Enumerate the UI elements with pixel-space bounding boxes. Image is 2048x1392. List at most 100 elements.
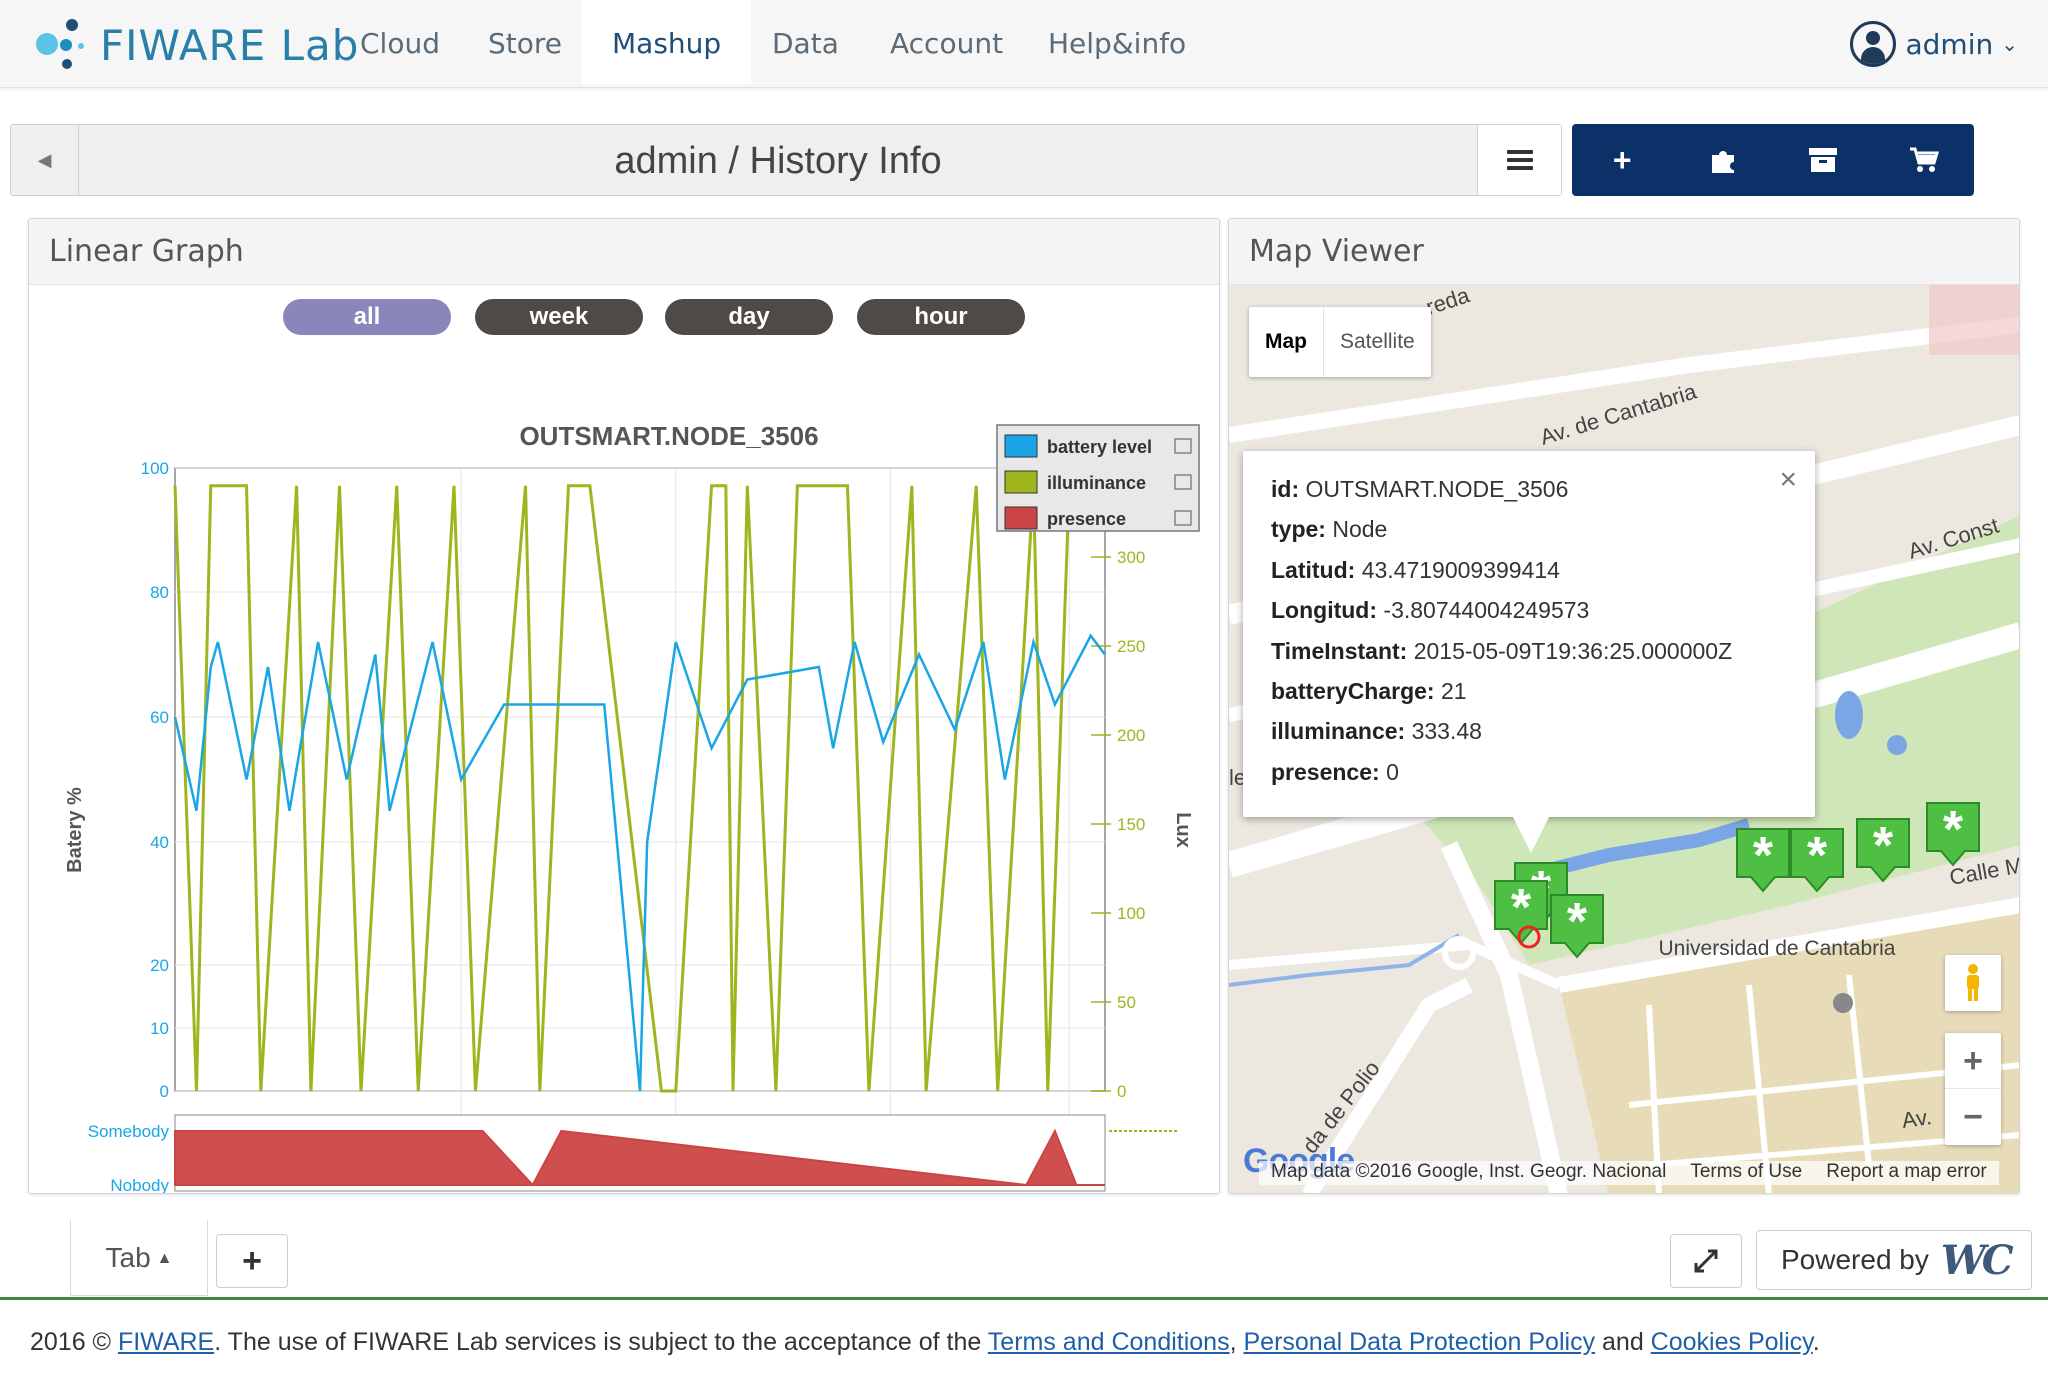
close-icon[interactable]: × [1779, 463, 1797, 497]
y-right-tick-label: 150 [1117, 815, 1145, 834]
privacy-link[interactable]: Personal Data Protection Policy [1244, 1328, 1596, 1356]
wirecloud-logo: WC [1940, 1236, 2014, 1284]
sensor-marker-icon[interactable]: * [1790, 827, 1844, 893]
workspace-title: admin / History Info [614, 140, 942, 182]
legend-label-presence: presence [1047, 509, 1126, 529]
y-right-tick-label: 300 [1117, 548, 1145, 567]
tab-label: Tab [105, 1242, 151, 1273]
puzzle-icon [1711, 151, 1734, 173]
info-row-latitud: Latitud: 43.4719009399414 [1271, 556, 1560, 583]
add-widget-button[interactable]: + [1572, 124, 1673, 196]
zoom-in-button[interactable]: + [1945, 1033, 2001, 1089]
y-left-tick-label: 20 [150, 956, 169, 975]
linear-graph-title: Linear Graph [29, 219, 1219, 285]
page-footer: 2016 © FIWARE. The use of FIWARE Lab ser… [30, 1328, 1820, 1356]
sensor-marker-icon[interactable]: * [1856, 817, 1910, 883]
map-viewer-title: Map Viewer [1229, 219, 2019, 285]
sensor-marker-icon[interactable]: * [1736, 827, 1790, 893]
street-view-pegman-icon[interactable] [1945, 955, 2001, 1011]
report-map-error-link[interactable]: Report a map error [1814, 1161, 1999, 1185]
workspace-header: ◀ admin / History Info [10, 124, 1562, 196]
shopping-cart-icon [1909, 147, 1939, 172]
y-left-tick-label: 60 [150, 708, 169, 727]
fullscreen-button[interactable] [1670, 1234, 1742, 1288]
y-left-tick-label: 80 [150, 583, 169, 602]
svg-text:*: * [1753, 827, 1774, 885]
y-right-tick-label: 50 [1117, 993, 1136, 1012]
terms-link[interactable]: Terms and Conditions [988, 1328, 1230, 1356]
caret-left-icon: ◀ [37, 149, 52, 170]
legend-swatch-presence [1004, 506, 1038, 530]
brand-name: FIWARE [100, 20, 267, 70]
archive-icon [1809, 148, 1838, 172]
archive-button[interactable] [1773, 124, 1874, 196]
legend-swatch-illuminance [1004, 470, 1038, 494]
y-left-tick-label: 100 [141, 459, 169, 478]
y-left-tick-label: 10 [150, 1019, 169, 1038]
legend-swatch-battery [1004, 434, 1038, 458]
map-type-map[interactable]: Map [1249, 307, 1324, 377]
history-chart: 01020406080100050100150200250300350May 2… [64, 421, 1200, 1194]
nav-cloud[interactable]: Cloud [330, 0, 470, 84]
sensor-marker-icon[interactable]: * [1926, 801, 1980, 867]
linear-graph-widget: Linear Graph all week day hour 0 10 20 40 60… [28, 218, 1220, 1194]
caret-up-icon: ▲ [156, 1250, 173, 1267]
workspace-menu-button[interactable] [1477, 125, 1561, 195]
nav-data[interactable]: Data [742, 0, 869, 84]
presence-tick-somebody: Somebody [88, 1122, 170, 1141]
tab-main[interactable]: Tab ▲ [70, 1220, 208, 1296]
map-attribution: Map data ©2016 Google, Inst. Geogr. Naci… [1259, 1161, 1999, 1185]
legend-label-battery: battery level [1047, 437, 1152, 457]
svg-text:*: * [1943, 801, 1964, 859]
terms-of-use-link[interactable]: Terms of Use [1678, 1161, 1814, 1185]
map-canvas[interactable]: reda Av. de Cantabria Av. Const Calle M … [1229, 285, 2019, 1193]
info-window: × id: OUTSMART.NODE_3506 type: Node Lati… [1243, 451, 1815, 853]
top-navbar: FIWARE Lab Cloud Store Mashup Data Accou… [0, 0, 2048, 88]
powered-by-label: Powered by [1781, 1244, 1929, 1275]
legend-label-illuminance: illuminance [1047, 473, 1146, 493]
expand-icon [1694, 1249, 1718, 1273]
map-data-credit: Map data ©2016 Google, Inst. Geogr. Naci… [1271, 1161, 1667, 1182]
fiware-lab-logo[interactable]: FIWARE Lab [34, 14, 359, 76]
nav-account[interactable]: Account [860, 0, 1033, 84]
y-left-axis-label: Batery % [64, 787, 86, 873]
nav-helpinfo[interactable]: Help&info [1018, 0, 1216, 84]
svg-text:*: * [1807, 827, 1828, 885]
hamburger-icon [1506, 150, 1533, 170]
add-tab-button[interactable]: + [216, 1234, 288, 1288]
y-left-tick-label: 0 [160, 1082, 169, 1101]
nav-store[interactable]: Store [458, 0, 592, 84]
powered-by-wirecloud[interactable]: Powered by WC [1756, 1230, 2032, 1290]
presence-tick-nobody: Nobody [110, 1176, 169, 1194]
user-avatar-icon [1849, 21, 1896, 67]
workspace-toolbar: + [1572, 124, 1974, 196]
chevron-down-icon: ⌄ [2001, 32, 2018, 56]
nav-mashup[interactable]: Mashup [582, 0, 752, 84]
y-right-axis-label: Lux [1172, 812, 1194, 848]
svg-text:*: * [1567, 893, 1588, 951]
plus-icon: + [242, 1242, 262, 1280]
cookies-link[interactable]: Cookies Policy [1651, 1328, 1813, 1356]
zoom-control: + − [1945, 1033, 2001, 1145]
map-viewer-widget: Map Viewer reda Av. de Cantabria Av. Con… [1228, 218, 2020, 1194]
y-right-tick-label: 100 [1117, 904, 1145, 923]
zoom-out-button[interactable]: − [1945, 1089, 2001, 1145]
info-row-type: type: Node [1271, 516, 1388, 543]
sensor-marker-icon[interactable]: * [1550, 893, 1604, 959]
user-name: admin [1905, 27, 1994, 61]
add-component-button[interactable] [1673, 124, 1774, 196]
marketplace-button[interactable] [1874, 124, 1975, 196]
info-row-illuminance: illuminance: 333.48 [1271, 718, 1482, 745]
map-type-satellite[interactable]: Satellite [1324, 307, 1431, 377]
back-button[interactable]: ◀ [11, 125, 79, 195]
info-row-battery: batteryCharge: 21 [1271, 678, 1467, 705]
chart-title: OUTSMART.NODE_3506 [519, 421, 818, 451]
svg-text:*: * [1873, 817, 1894, 875]
fiware-link[interactable]: FIWARE [118, 1328, 214, 1356]
plus-icon: + [1612, 141, 1632, 178]
info-row-longitud: Longitud: -3.80744004249573 [1271, 597, 1590, 624]
user-menu[interactable]: admin ⌄ [1849, 20, 2018, 68]
info-row-id: id: OUTSMART.NODE_3506 [1271, 476, 1569, 502]
info-row-presence: presence: 0 [1271, 758, 1399, 785]
fiware-logo-icon [34, 15, 94, 75]
